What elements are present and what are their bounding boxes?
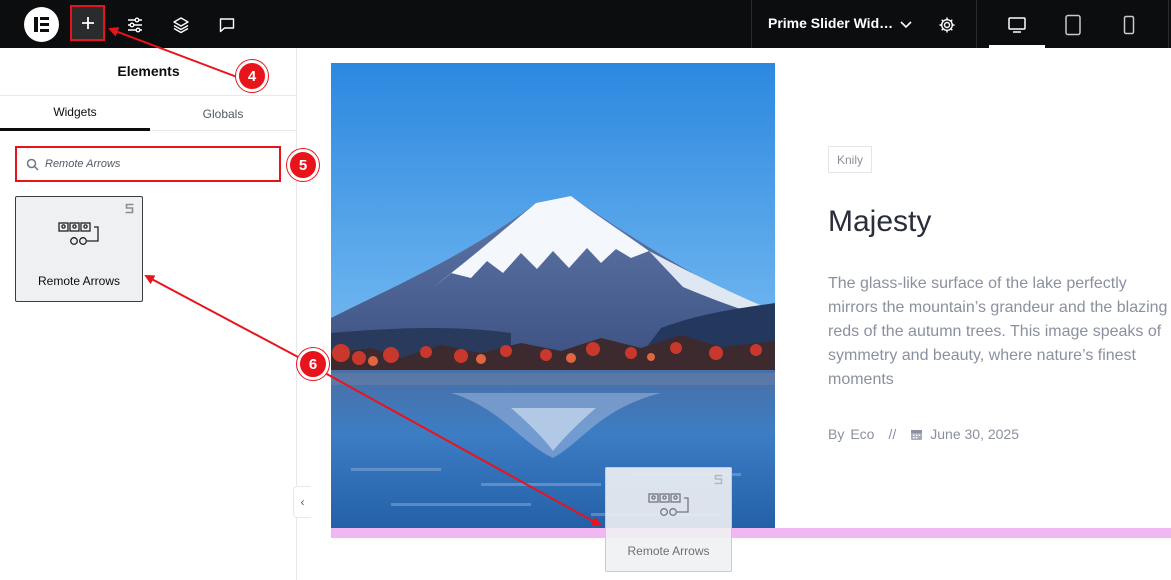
search-icon: [26, 158, 39, 171]
chevron-down-icon[interactable]: [899, 17, 913, 31]
widget-label: Remote Arrows: [37, 274, 121, 288]
layers-icon: [172, 16, 189, 33]
slide-description: The glass-like surface of the lake perfe…: [828, 275, 1168, 388]
sliders-icon: [127, 17, 142, 32]
meta-separator: //: [888, 426, 897, 442]
step-marker-4: 4: [236, 60, 268, 92]
category-badge[interactable]: Knily: [828, 146, 872, 173]
top-bar: Prime Slider Wid…: [0, 0, 1171, 48]
remote-arrows-icon: [58, 222, 99, 245]
gear-icon: [939, 17, 954, 32]
collapse-panel-button[interactable]: ‹: [293, 486, 311, 518]
divider: [1168, 0, 1169, 48]
pro-icon: [125, 203, 134, 214]
search-input[interactable]: Remote Arrows: [15, 146, 281, 182]
elementor-logo-icon[interactable]: [24, 7, 59, 42]
comment-icon: [219, 17, 234, 32]
meta-by: By: [828, 426, 845, 442]
step-marker-5: 5: [287, 149, 319, 181]
mobile-icon: [1123, 15, 1134, 34]
plus-icon: [81, 17, 94, 29]
step-marker-6: 6: [297, 348, 329, 380]
divider: [751, 0, 752, 48]
add-element-button[interactable]: [70, 5, 105, 41]
site-settings-button[interactable]: [117, 7, 152, 42]
tablet-icon: [1064, 14, 1081, 35]
page-settings-button[interactable]: [929, 7, 964, 42]
mount-fuji-lake-image: [331, 63, 775, 528]
chevron-left-icon: ‹: [300, 495, 305, 509]
desktop-icon: [1007, 16, 1026, 33]
widget-remote-arrows[interactable]: Remote Arrows: [15, 196, 143, 302]
divider: [976, 0, 977, 48]
mobile-view-button[interactable]: [1111, 7, 1146, 42]
widget-label: Remote Arrows: [627, 544, 710, 558]
slide-image: [331, 63, 775, 528]
search-value: Remote Arrows: [45, 158, 121, 170]
desktop-view-button[interactable]: [999, 7, 1034, 42]
calendar-icon: [911, 429, 923, 440]
panel-tabs: Widgets Globals: [0, 95, 296, 131]
meta-author[interactable]: Eco: [850, 426, 874, 442]
notes-button[interactable]: [209, 7, 244, 42]
active-device-indicator: [989, 45, 1045, 48]
slide-title: Majesty: [828, 205, 932, 238]
page-name[interactable]: Prime Slider Wid…: [768, 15, 893, 31]
meta-date: June 30, 2025: [930, 426, 1019, 442]
drop-zone-indicator: [331, 528, 1171, 538]
remote-arrows-icon: [648, 493, 689, 516]
structure-button[interactable]: [163, 7, 198, 42]
editor-window: Prime Slider Wid… Elements Widgets Globa…: [0, 0, 1171, 580]
post-meta: By Eco // June 30, 2025: [828, 426, 1025, 442]
tab-widgets[interactable]: Widgets: [0, 96, 150, 131]
dragged-widget-remote-arrows[interactable]: Remote Arrows: [605, 467, 732, 572]
elements-panel: Elements Widgets Globals Remote Arrows R…: [0, 48, 297, 580]
tablet-view-button[interactable]: [1055, 7, 1090, 42]
pro-icon: [714, 474, 723, 485]
tab-globals[interactable]: Globals: [150, 96, 296, 131]
